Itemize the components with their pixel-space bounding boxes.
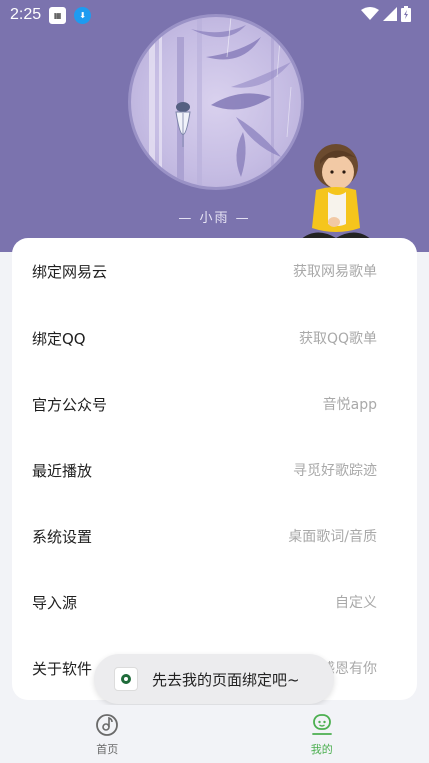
bottom-nav: 首页 我的 (0, 705, 429, 763)
bamboo-cicada-illustration (149, 17, 292, 187)
app-logo-icon (114, 667, 138, 691)
menu-item-settings[interactable]: 系统设置 桌面歌词/音质 (12, 503, 417, 569)
nav-tab-mine-label: 我的 (310, 743, 333, 756)
battery-icon (401, 6, 411, 22)
music-disc-icon (96, 714, 119, 736)
menu-item-hint: 音悦app (322, 397, 377, 413)
menu-card: 绑定网易云 获取网易歌单 绑定QQ 获取QQ歌单 官方公众号 音悦app 最近播… (12, 238, 417, 700)
menu-item-hint: 桌面歌词/音质 (288, 529, 377, 545)
menu-item-import-source[interactable]: 导入源 自定义 (12, 569, 417, 635)
menu-item-hint: 自定义 (335, 595, 377, 611)
nav-tab-mine[interactable]: 我的 (215, 705, 429, 763)
signal-icon (383, 7, 397, 21)
menu-item-hint: 获取网易歌单 (293, 264, 377, 280)
menu-item-hint: 获取QQ歌单 (298, 331, 377, 347)
menu-item-bind-qq[interactable]: 绑定QQ 获取QQ歌单 (12, 305, 417, 371)
menu-item-label: 最近播放 (32, 461, 93, 480)
menu-item-hint: 寻觅好歌踪迹 (293, 463, 377, 479)
menu-item-label: 绑定网易云 (32, 262, 108, 281)
avatar[interactable] (128, 14, 304, 190)
app-notification-icon: ▦ (49, 6, 67, 24)
menu-item-label: 绑定QQ (32, 329, 86, 348)
nav-tab-home-label: 首页 (96, 743, 119, 756)
profile-icon (311, 714, 332, 735)
menu-item-label: 导入源 (32, 593, 78, 612)
download-icon: ⬇ (74, 6, 92, 24)
toast-text: 先去我的页面绑定吧~ (152, 670, 300, 689)
toast-message: 先去我的页面绑定吧~ (94, 654, 334, 704)
wifi-icon (361, 7, 379, 20)
status-time: 2:25 (10, 6, 42, 23)
menu-item-label: 官方公众号 (32, 395, 108, 414)
nav-tab-home[interactable]: 首页 (0, 705, 215, 763)
menu-item-recent-plays[interactable]: 最近播放 寻觅好歌踪迹 (12, 437, 417, 503)
menu-item-official-account[interactable]: 官方公众号 音悦app (12, 371, 417, 437)
menu-item-bind-netease[interactable]: 绑定网易云 获取网易歌单 (12, 238, 417, 304)
menu-item-label: 关于软件 (32, 659, 93, 678)
menu-item-label: 系统设置 (32, 527, 93, 546)
